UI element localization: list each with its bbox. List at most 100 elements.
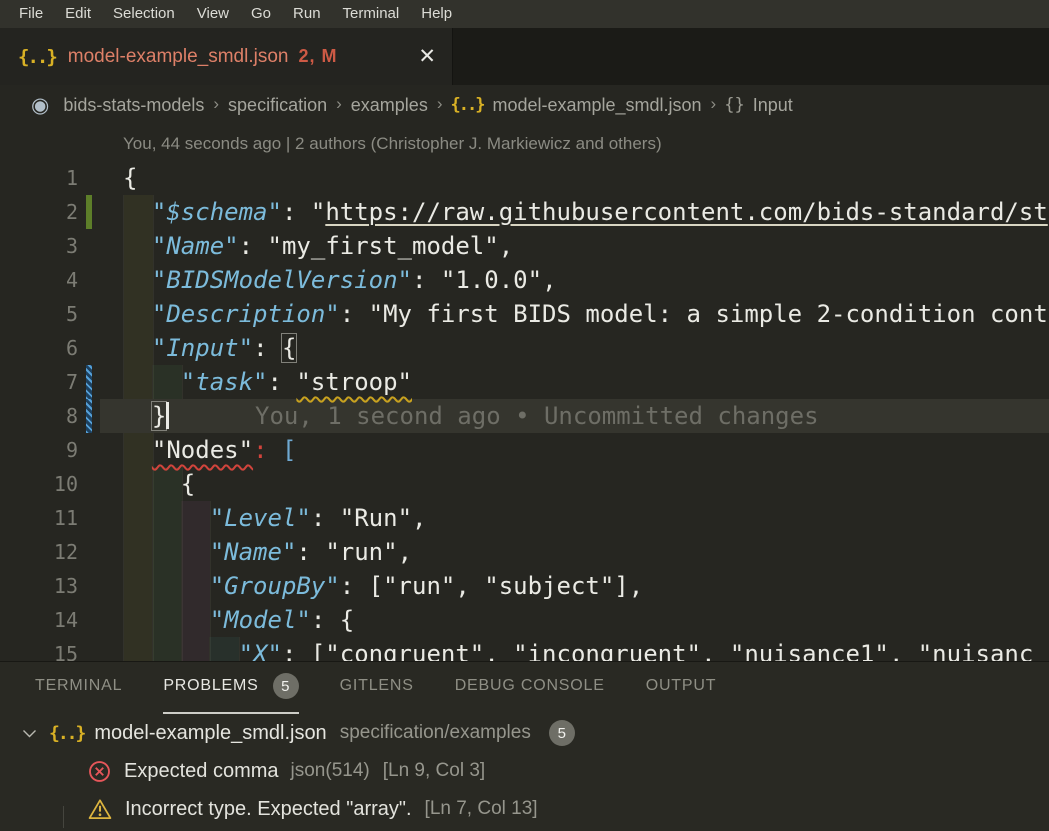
line-number[interactable]: 13 xyxy=(0,569,78,603)
gitlens-authors-codelens[interactable]: You, 44 seconds ago | 2 authors (Christo… xyxy=(0,125,1049,161)
code-text: { xyxy=(123,161,137,195)
menu-item-selection[interactable]: Selection xyxy=(102,0,186,28)
breadcrumb-separator: › xyxy=(336,94,342,114)
code-line-6[interactable]: 6 "Input": { xyxy=(0,331,1049,365)
error-icon xyxy=(88,760,111,783)
tab-problems-modified-badge: 2, M xyxy=(298,46,337,67)
breadcrumb-item-input[interactable]: Input xyxy=(753,95,793,116)
code-line-15[interactable]: 15 "X": ["congruent", "incongruent", "nu… xyxy=(0,637,1049,661)
git-gutter-added-marker[interactable] xyxy=(86,195,92,229)
code-text: "Name": "my_first_model", xyxy=(123,229,513,263)
object-symbol-icon: {} xyxy=(724,95,744,115)
vscode-window: { "menu": {"items": ["File","Edit","Sele… xyxy=(0,0,1049,831)
editor-tab-strip: {..} model-example_smdl.json 2, M ✕ xyxy=(0,28,1049,85)
code-text: "task": "stroop" xyxy=(123,365,412,399)
code-text: "Name": "run", xyxy=(123,535,412,569)
tab-close-icon[interactable]: ✕ xyxy=(414,44,440,69)
menu-item-help[interactable]: Help xyxy=(410,0,463,28)
code-line-3[interactable]: 3 "Name": "my_first_model", xyxy=(0,229,1049,263)
git-gutter-modified-marker[interactable] xyxy=(86,399,92,433)
menu-bar: FileEditSelectionViewGoRunTerminalHelp xyxy=(0,0,1049,28)
code-line-10[interactable]: 10 { xyxy=(0,467,1049,501)
code-text: "Nodes": [ xyxy=(123,433,296,467)
code-line-7[interactable]: 7 "task": "stroop" xyxy=(0,365,1049,399)
code-line-4[interactable]: 4 "BIDSModelVersion": "1.0.0", xyxy=(0,263,1049,297)
breadcrumb-item-bids-stats-models[interactable]: bids-stats-models xyxy=(63,95,204,116)
editor-tab-model-example[interactable]: {..} model-example_smdl.json 2, M ✕ xyxy=(0,28,453,85)
panel-tab-output[interactable]: OUTPUT xyxy=(646,662,717,714)
code-text: "GroupBy": ["run", "subject"], xyxy=(123,569,643,603)
breadcrumb-separator: › xyxy=(437,94,443,114)
text-cursor xyxy=(166,402,169,429)
line-number[interactable]: 14 xyxy=(0,603,78,637)
panel-tab-terminal[interactable]: TERMINAL xyxy=(35,662,122,714)
code-text: } xyxy=(123,399,169,433)
code-line-1[interactable]: 1{ xyxy=(0,161,1049,195)
menu-item-view[interactable]: View xyxy=(186,0,240,28)
menu-item-terminal[interactable]: Terminal xyxy=(332,0,411,28)
panel-tab-bar: TERMINAL PROBLEMS5 GITLENS DEBUG CONSOLE OUT… xyxy=(0,662,1049,714)
menu-item-run[interactable]: Run xyxy=(282,0,332,28)
tree-indent-guide xyxy=(63,806,64,828)
problems-file-name: model-example_smdl.json xyxy=(94,722,326,745)
line-number[interactable]: 8 xyxy=(0,399,78,433)
line-number[interactable]: 6 xyxy=(0,331,78,365)
chevron-down-icon[interactable] xyxy=(22,728,37,739)
breadcrumb: ◉ bids-stats-models › specification › exampl… xyxy=(0,85,1049,125)
line-number[interactable]: 9 xyxy=(0,433,78,467)
problems-file-row[interactable]: {..} model-example_smdl.json specificati… xyxy=(0,714,1049,752)
json-file-icon: {..} xyxy=(49,723,84,744)
code-line-5[interactable]: 5 "Description": "My first BIDS model: a… xyxy=(0,297,1049,331)
menu-item-file[interactable]: File xyxy=(8,0,54,28)
breadcrumb-separator: › xyxy=(711,94,717,114)
panel-tab-debug-console[interactable]: DEBUG CONSOLE xyxy=(455,662,605,714)
code-line-8[interactable]: 8 } You, 1 second ago • Uncommitted chang… xyxy=(0,399,1049,433)
problems-list: {..} model-example_smdl.json specificati… xyxy=(0,714,1049,828)
breadcrumb-item-model-example-smdl-json[interactable]: model-example_smdl.json xyxy=(492,95,701,116)
panel-tab-gitlens[interactable]: GITLENS xyxy=(340,662,414,714)
line-number[interactable]: 1 xyxy=(0,161,78,195)
problem-location: [Ln 9, Col 3] xyxy=(383,760,485,782)
problem-row-warning[interactable]: Incorrect type. Expected "array". [Ln 7, … xyxy=(0,790,1049,828)
line-number[interactable]: 7 xyxy=(0,365,78,399)
line-number[interactable]: 2 xyxy=(0,195,78,229)
problem-row-error[interactable]: Expected commajson(514)[Ln 9, Col 3] xyxy=(0,752,1049,790)
menu-item-edit[interactable]: Edit xyxy=(54,0,102,28)
line-number[interactable]: 4 xyxy=(0,263,78,297)
breadcrumb-item-examples[interactable]: examples xyxy=(351,95,428,116)
code-line-13[interactable]: 13 "GroupBy": ["run", "subject"], xyxy=(0,569,1049,603)
warning-icon xyxy=(88,798,112,820)
breadcrumb-separator: › xyxy=(213,94,219,114)
problem-message: Incorrect type. Expected "array". xyxy=(125,798,412,821)
line-number[interactable]: 12 xyxy=(0,535,78,569)
menu-item-go[interactable]: Go xyxy=(240,0,282,28)
code-line-9[interactable]: 9 "Nodes": [ xyxy=(0,433,1049,467)
line-number[interactable]: 3 xyxy=(0,229,78,263)
git-gutter-modified-marker[interactable] xyxy=(86,365,92,399)
line-number[interactable]: 15 xyxy=(0,637,78,661)
code-line-12[interactable]: 12 "Name": "run", xyxy=(0,535,1049,569)
json-file-icon: {..} xyxy=(18,46,56,68)
code-line-14[interactable]: 14 "Model": { xyxy=(0,603,1049,637)
code-line-11[interactable]: 11 "Level": "Run", xyxy=(0,501,1049,535)
code-line-2[interactable]: 2 "$schema": "https://raw.githubusercont… xyxy=(0,195,1049,229)
breadcrumb-item-specification[interactable]: specification xyxy=(228,95,327,116)
line-number[interactable]: 11 xyxy=(0,501,78,535)
code-text: "Model": { xyxy=(123,603,354,637)
code-text: "BIDSModelVersion": "1.0.0", xyxy=(123,263,557,297)
problems-file-path: specification/examples xyxy=(340,722,531,744)
gitlens-inline-blame: You, 1 second ago • Uncommitted changes xyxy=(255,399,819,433)
problems-count-badge: 5 xyxy=(273,673,299,699)
line-number[interactable]: 10 xyxy=(0,467,78,501)
line-number[interactable]: 5 xyxy=(0,297,78,331)
problem-location: [Ln 7, Col 13] xyxy=(425,798,538,820)
code-text: "X": ["congruent", "incongruent", "nuisa… xyxy=(123,637,1033,661)
record-icon: ◉ xyxy=(31,95,49,116)
panel-tab-problems[interactable]: PROBLEMS5 xyxy=(163,662,298,714)
bottom-panel: TERMINAL PROBLEMS5 GITLENS DEBUG CONSOLE OUT… xyxy=(0,661,1049,831)
code-editor[interactable]: 1{2 "$schema": "https://raw.githubuserco… xyxy=(0,161,1049,661)
json-file-icon: {..} xyxy=(451,95,484,115)
code-text: "Description": "My first BIDS model: a s… xyxy=(123,297,1048,331)
code-text: "$schema": "https://raw.githubuserconten… xyxy=(123,195,1048,229)
code-text: { xyxy=(123,467,195,501)
